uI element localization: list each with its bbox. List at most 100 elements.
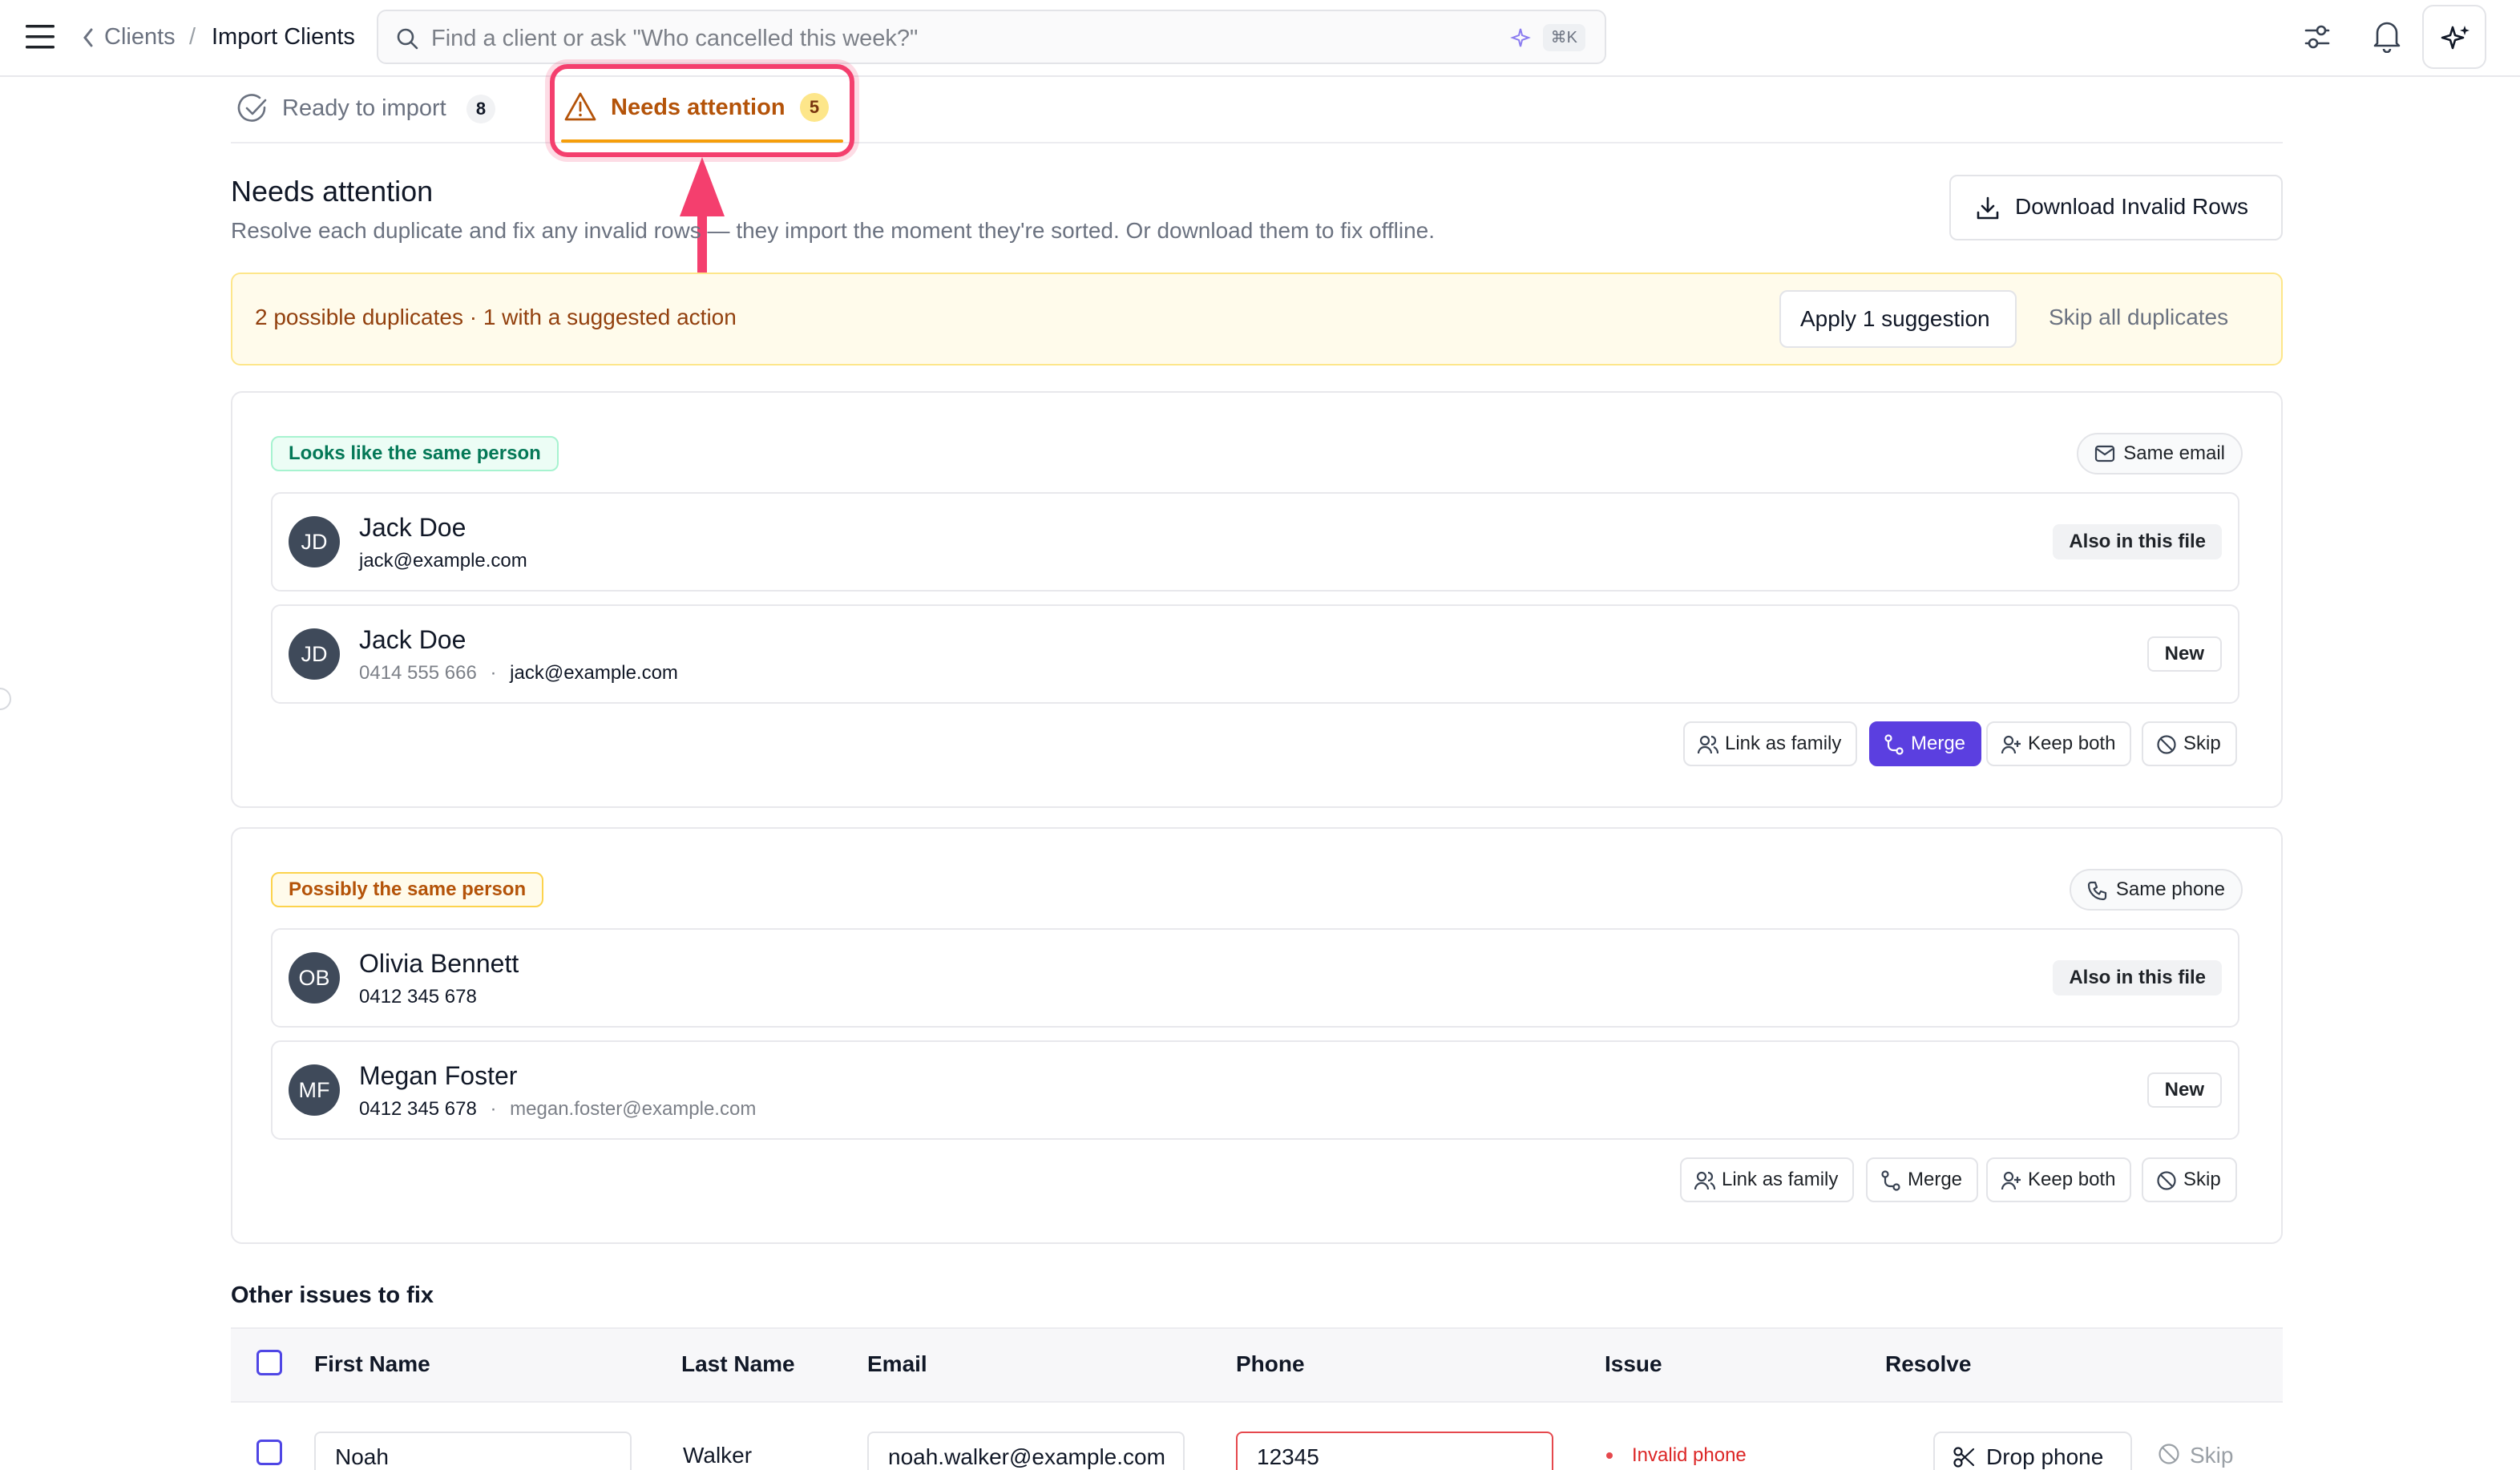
sidebar-collapse-handle[interactable] (0, 688, 11, 710)
keep-both-button[interactable]: Keep both (1986, 721, 2132, 766)
column-header[interactable]: First Name (314, 1351, 430, 1377)
column-header[interactable]: Issue (1605, 1351, 1662, 1377)
chevron-left-icon[interactable] (82, 27, 95, 48)
match-reason-label: Same email (2123, 442, 2225, 464)
column-header[interactable]: Last Name (681, 1351, 795, 1377)
person-details: 0412 345 678 (359, 986, 477, 1008)
scissors-icon (1953, 1446, 1975, 1468)
phone-icon (2087, 880, 2108, 901)
tab-label: Ready to import (282, 95, 446, 121)
person-row: MF Megan Foster 0412 345 678 · megan.fos… (271, 1040, 2239, 1140)
first-name-field[interactable]: Noah (314, 1432, 632, 1470)
apply-suggestion-button[interactable]: Apply 1 suggestion (1779, 290, 2017, 348)
action-label: Merge (1911, 733, 1966, 754)
bell-icon[interactable] (2371, 18, 2403, 53)
match-reason-badge: Same email (2077, 433, 2243, 475)
breadcrumb-clients[interactable]: Clients (104, 24, 176, 50)
duplicate-group-card: Looks like the same person Same email JD… (231, 391, 2283, 808)
action-label: Link as family (1722, 1169, 1839, 1190)
download-icon (1975, 196, 2001, 221)
column-header[interactable]: Phone (1236, 1351, 1305, 1377)
column-header[interactable]: Email (867, 1351, 927, 1377)
person-name: Megan Foster (359, 1061, 518, 1090)
tab-ready-to-import[interactable]: Ready to import 8 (237, 91, 510, 130)
detail-separator: · (490, 662, 497, 684)
person-phone: 0414 555 666 (359, 662, 477, 684)
detail-separator: · (490, 1098, 497, 1120)
page-subtitle: Resolve each duplicate and fix any inval… (231, 218, 1436, 243)
column-header[interactable]: Resolve (1885, 1351, 1971, 1377)
drop-phone-button[interactable]: Drop phone (1933, 1432, 2132, 1470)
page-title: Needs attention (231, 175, 434, 208)
keep-both-button[interactable]: Keep both (1986, 1157, 2132, 1202)
match-tag: Looks like the same person (271, 436, 559, 471)
select-all-checkbox[interactable] (256, 1350, 282, 1375)
issue-text: Invalid phone (1632, 1444, 1747, 1466)
person-details: 0414 555 666 · jack@example.com (359, 662, 678, 685)
skip-button[interactable]: Skip (2142, 1157, 2237, 1202)
avatar: OB (289, 952, 340, 1004)
issues-table-header: First Name Last Name Email Phone Issue R… (231, 1327, 2283, 1403)
status-badge: New (2146, 1072, 2222, 1108)
annotation-highlight (550, 64, 854, 157)
mail-icon (2094, 445, 2115, 462)
sparkle-icon (1510, 27, 1531, 48)
status-badge: New (2146, 636, 2222, 672)
action-label: Skip (2183, 1169, 2221, 1190)
other-issues-title: Other issues to fix (231, 1282, 434, 1308)
merge-button[interactable]: Merge (1866, 1157, 1979, 1202)
phone-field[interactable]: 12345 (1236, 1432, 1553, 1470)
skip-button[interactable]: Skip (2142, 721, 2237, 766)
person-email: jack@example.com (510, 662, 678, 684)
person-email: megan.foster@example.com (510, 1098, 757, 1120)
search-bar[interactable]: Find a client or ask "Who cancelled this… (377, 10, 1606, 64)
skip-all-duplicates-button[interactable]: Skip all duplicates (2049, 305, 2228, 330)
ban-icon (2156, 1170, 2177, 1191)
person-name: Olivia Bennett (359, 949, 519, 978)
breadcrumb-separator: / (189, 24, 196, 50)
user-plus-icon (2001, 734, 2021, 755)
download-invalid-rows-button[interactable]: Download Invalid Rows (1949, 175, 2283, 240)
person-details: 0412 345 678 · megan.foster@example.com (359, 1098, 756, 1121)
person-email: jack@example.com (359, 550, 527, 571)
user-plus-icon (2001, 1170, 2021, 1191)
link-as-family-button[interactable]: Link as family (1683, 721, 1858, 766)
person-row: OB Olivia Bennett 0412 345 678 Also in t… (271, 928, 2239, 1028)
duplicates-banner: 2 possible duplicates · 1 with a suggest… (231, 273, 2283, 365)
breadcrumb-current: Import Clients (212, 24, 355, 50)
match-reason-badge: Same phone (2069, 869, 2243, 911)
match-tag: Possibly the same person (271, 872, 544, 907)
action-label: Skip (2183, 733, 2221, 754)
duplicate-group-card: Possibly the same person Same phone OB O… (231, 827, 2283, 1244)
sparkle-icon (2440, 22, 2472, 55)
filters-icon[interactable] (2304, 21, 2331, 53)
row-skip-label: Skip (2190, 1443, 2234, 1468)
download-label: Download Invalid Rows (2015, 194, 2249, 219)
person-phone: 0412 345 678 (359, 1098, 477, 1120)
merge-button[interactable]: Merge (1869, 721, 1982, 766)
top-bar: Clients / Import Clients Find a client o… (0, 0, 2520, 77)
banner-text: 2 possible duplicates · 1 with a suggest… (255, 305, 737, 329)
link-as-family-button[interactable]: Link as family (1680, 1157, 1855, 1202)
action-label: Link as family (1725, 733, 1842, 754)
avatar: JD (289, 516, 340, 567)
action-label: Merge (1908, 1169, 1963, 1190)
avatar: MF (289, 1064, 340, 1116)
person-row: JD Jack Doe jack@example.com Also in thi… (271, 492, 2239, 592)
person-details: jack@example.com (359, 550, 527, 572)
last-name-value: Walker (683, 1443, 753, 1468)
menu-icon[interactable] (24, 22, 56, 51)
person-name: Jack Doe (359, 625, 466, 654)
ai-assistant-button[interactable] (2422, 5, 2486, 69)
email-field[interactable]: noah.walker@example.com (867, 1432, 1185, 1470)
ban-icon (2158, 1443, 2180, 1465)
apply-suggestion-label: Apply 1 suggestion (1800, 306, 1990, 331)
row-checkbox[interactable] (256, 1440, 282, 1465)
status-badge: Also in this file (2053, 960, 2222, 995)
check-circle-icon (237, 93, 269, 125)
table-row: Noah Walker noah.walker@example.com 1234… (231, 1403, 2283, 1470)
tabs-divider (231, 142, 2283, 143)
search-input[interactable]: Find a client or ask "Who cancelled this… (431, 26, 918, 52)
person-row: JD Jack Doe 0414 555 666 · jack@example.… (271, 604, 2239, 704)
error-dot (1606, 1452, 1613, 1459)
